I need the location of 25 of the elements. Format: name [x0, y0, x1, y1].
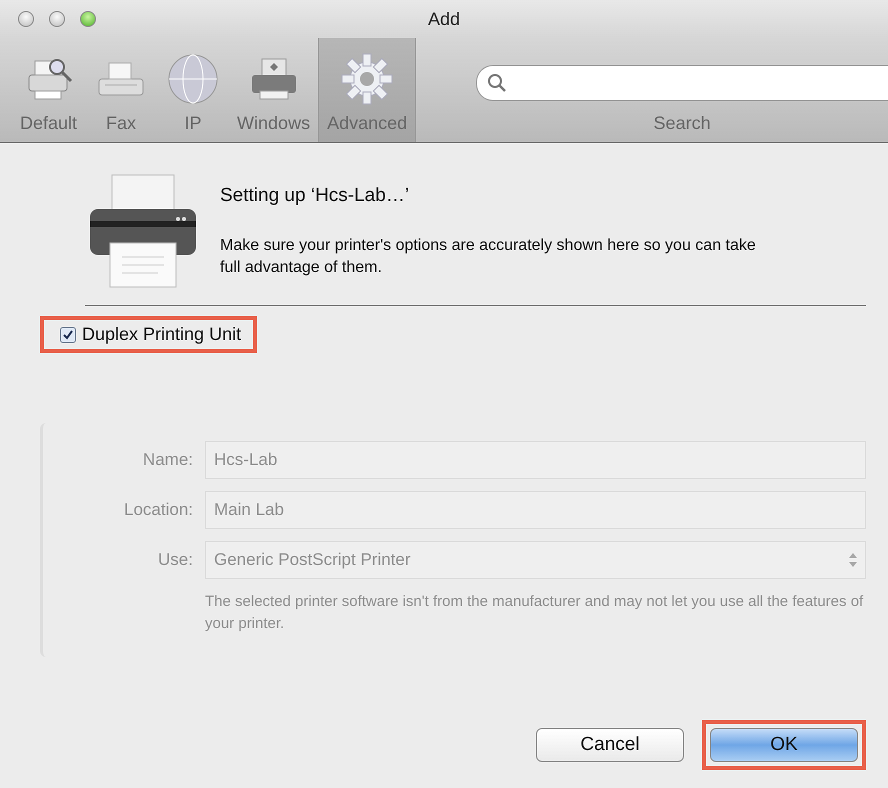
stepper-arrows-icon	[849, 553, 857, 567]
cancel-button[interactable]: Cancel	[536, 728, 684, 762]
toolbar-tab[interactable]: Advanced	[318, 38, 416, 142]
search-icon	[487, 73, 508, 93]
field-label: Name:	[142, 450, 193, 470]
gear-icon	[339, 51, 396, 107]
search-field[interactable]	[476, 65, 888, 101]
minimize-button[interactable]	[49, 11, 65, 27]
sheet-title: Setting up ‘Hcs-Lab…’	[220, 185, 410, 207]
close-button[interactable]	[18, 11, 34, 27]
printer-icon	[88, 173, 198, 289]
sheet-message: Make sure your printer's options are accurately shown here so you can take full advantage of them.	[220, 236, 757, 278]
ok-button[interactable]: OK	[710, 728, 858, 762]
note-text: The selected printer software isn't from the manufacturer and may not let you use all the features of your printer.	[205, 592, 864, 634]
toolbar-tab[interactable]: Fax	[85, 38, 158, 142]
window-title: Add	[428, 8, 460, 30]
zoom-button[interactable]	[80, 11, 96, 27]
checkmark-icon	[62, 328, 74, 340]
checkbox[interactable]	[60, 326, 76, 342]
toolbar-tab[interactable]: Windows	[229, 38, 318, 142]
field-label: Location:	[123, 500, 193, 520]
field-label: Use:	[157, 550, 193, 570]
search-label: Search	[654, 113, 711, 134]
toolbar-tab[interactable]: IP	[157, 38, 230, 142]
toolbar-tab[interactable]: Default	[12, 38, 86, 142]
